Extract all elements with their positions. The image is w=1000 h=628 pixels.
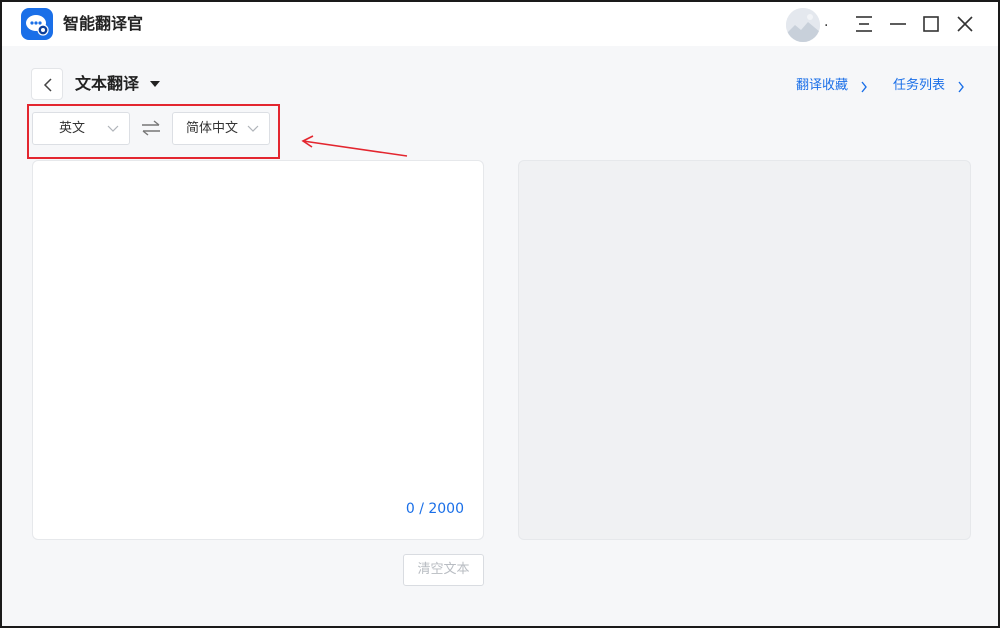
character-counter: 0 / 2000 [405,501,464,517]
title-bar: 智能翻译官 . [2,2,998,46]
avatar[interactable] [786,8,820,42]
chevron-right-icon[interactable] [860,81,868,93]
clear-text-button[interactable]: 清空文本 [403,554,484,586]
target-language-select[interactable]: 简体中文 [172,112,270,145]
chevron-down-icon [247,125,259,132]
app-title: 智能翻译官 [63,14,144,33]
swap-icon[interactable] [140,119,162,137]
app-logo-icon [21,8,53,40]
caret-down-icon[interactable] [149,78,161,90]
source-text-input[interactable] [45,173,471,493]
app-window: 智能翻译官 . 文本翻译 翻译收藏 任务列表 英文 简体中文 0 / 2000 … [0,0,1000,628]
source-language-value: 英文 [59,121,86,136]
annotation-arrow [301,135,408,157]
menu-icon[interactable] [850,10,878,38]
task-list-link[interactable]: 任务列表 [893,77,945,95]
target-language-value: 简体中文 [186,121,239,136]
translation-result-panel [518,160,971,540]
back-chevron-icon [43,78,52,92]
chevron-right-icon[interactable] [957,81,965,93]
minimize-icon[interactable] [884,10,912,38]
maximize-icon[interactable] [917,10,945,38]
back-button[interactable] [31,68,63,100]
user-name: . [824,14,829,30]
source-language-select[interactable]: 英文 [32,112,130,145]
chevron-down-icon [107,125,119,132]
source-text-panel: 0 / 2000 [32,160,484,540]
page-title[interactable]: 文本翻译 [75,73,139,95]
favorites-link[interactable]: 翻译收藏 [796,77,848,95]
close-icon[interactable] [951,10,979,38]
